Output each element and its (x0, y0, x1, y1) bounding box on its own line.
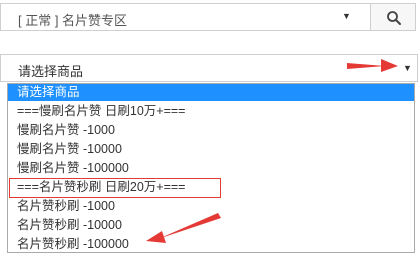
annotation-arrows (146, 59, 398, 243)
annotation-arrow (146, 213, 221, 243)
annotation-arrow (347, 59, 398, 72)
